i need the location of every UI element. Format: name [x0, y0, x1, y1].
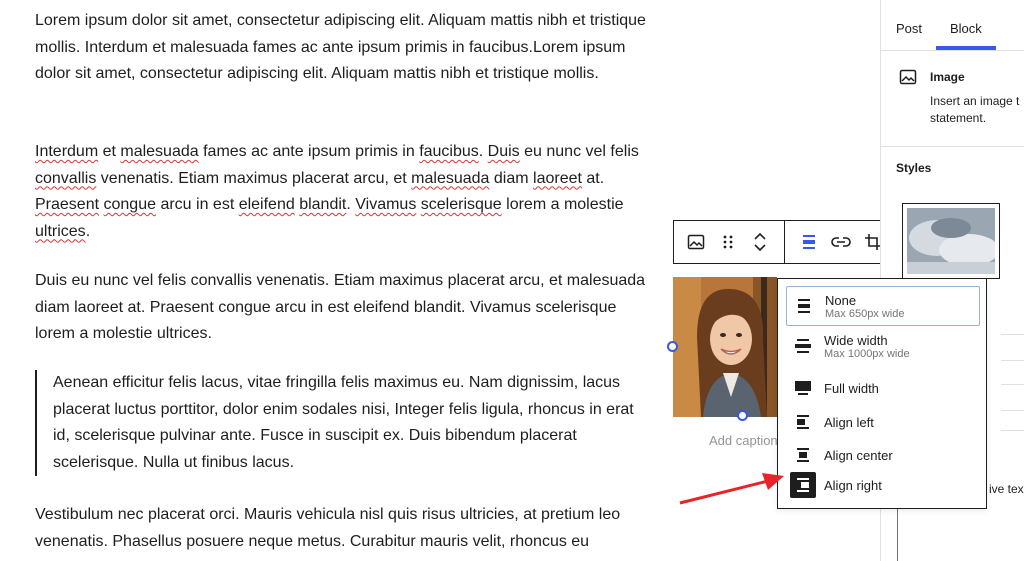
annotation-arrow — [679, 473, 784, 505]
option-label: Align center — [824, 447, 893, 463]
align-center-option[interactable]: Align center — [786, 442, 980, 468]
styles-heading: Styles — [896, 161, 932, 175]
block-title: Image — [930, 70, 965, 84]
word: laoreet — [533, 169, 582, 187]
alt-text-label: ive tex — [989, 482, 1024, 496]
block-description: Insert an image t — [930, 94, 1020, 108]
image-block-icon[interactable] — [680, 224, 712, 260]
image-block-type-icon — [899, 68, 917, 91]
resize-handle-left[interactable] — [667, 341, 678, 352]
align-wide-option[interactable]: Wide width Max 1000px wide — [786, 333, 980, 367]
align-none-icon — [791, 293, 817, 319]
word: Vivamus — [355, 196, 417, 213]
sidebar-line — [1001, 334, 1024, 335]
style-default-option[interactable] — [902, 203, 1000, 279]
word: Interdum — [35, 143, 99, 160]
sidebar-line — [1001, 430, 1024, 431]
text: . — [346, 196, 356, 213]
align-left-icon — [790, 409, 816, 435]
text: at. — [581, 169, 605, 187]
active-tab-indicator — [936, 46, 996, 50]
align-full-icon — [790, 375, 816, 401]
text: diam — [489, 169, 534, 187]
align-wide-icon — [790, 333, 816, 359]
paragraph-4[interactable]: Vestibulum nec placerat orci. Mauris veh… — [35, 502, 650, 555]
option-label: None — [825, 293, 857, 308]
sidebar-line — [1001, 410, 1024, 411]
block-toolbar — [673, 220, 880, 264]
paragraph-3[interactable]: Duis eu nunc vel felis convallis venenat… — [35, 268, 650, 348]
sidebar-line — [1001, 384, 1024, 385]
align-left-option[interactable]: Align left — [786, 409, 980, 435]
word: scelerisque — [420, 196, 502, 213]
word: Praesent — [35, 196, 100, 213]
link-icon[interactable] — [825, 224, 857, 260]
blockquote[interactable]: Aenean efficitur felis lacus, vitae frin… — [35, 370, 653, 476]
option-label: Full width — [824, 380, 879, 396]
move-up-down-icon[interactable] — [744, 224, 776, 260]
portrait-image — [673, 277, 777, 417]
tab-block[interactable]: Block — [950, 21, 982, 36]
word: blandit — [299, 196, 347, 213]
word: ultrices — [35, 222, 86, 240]
option-sublabel: Max 1000px wide — [824, 348, 910, 360]
caption-placeholder[interactable]: Add caption — [709, 433, 778, 448]
word: convallis — [35, 169, 97, 187]
word: Duis — [487, 143, 520, 160]
text: et — [98, 143, 121, 160]
align-right-icon — [790, 472, 816, 498]
paragraph-1[interactable]: Lorem ipsum dolor sit amet, consectetur … — [35, 8, 650, 88]
word: eleifend — [238, 196, 295, 213]
resize-handle-bottom[interactable] — [737, 410, 748, 421]
option-label: Align right — [824, 477, 882, 493]
drag-handle-icon[interactable] — [712, 224, 744, 260]
word: malesuada — [411, 169, 490, 187]
style-preview-image — [907, 208, 999, 274]
block-description-cont: statement. — [930, 111, 987, 125]
text: fames ac ante ipsum primis in — [198, 143, 420, 160]
align-toolbar-button[interactable] — [793, 224, 825, 260]
text: lorem a molestie — [501, 196, 624, 213]
text: . — [478, 143, 488, 160]
align-center-icon — [790, 442, 816, 468]
option-label: Align left — [824, 414, 874, 430]
alignment-dropdown: None Max 650px wide Wide width Max 1000p… — [777, 278, 987, 509]
word: faucibus — [419, 143, 479, 160]
text: venenatis. Etiam maximus placerat arcu, … — [96, 169, 412, 187]
align-full-option[interactable]: Full width — [786, 375, 980, 401]
text: . — [85, 222, 91, 240]
word: malesuada — [120, 143, 199, 160]
text: arcu in est — [156, 196, 239, 213]
align-right-option[interactable]: Align right — [786, 471, 980, 499]
image-block[interactable] — [673, 277, 777, 417]
sidebar-line — [1001, 360, 1024, 361]
crop-icon[interactable] — [857, 224, 880, 260]
option-label: Wide width — [824, 333, 888, 348]
align-none-option[interactable]: None Max 650px wide — [786, 286, 980, 326]
tab-post[interactable]: Post — [896, 21, 922, 36]
word: congue — [103, 196, 157, 213]
paragraph-2[interactable]: Interdum et malesuada fames ac ante ipsu… — [35, 139, 650, 245]
text: eu nunc vel felis — [519, 143, 639, 160]
option-sublabel: Max 650px wide — [825, 308, 905, 320]
sidebar-tabs: Post Block — [881, 0, 1024, 51]
sidebar-divider — [881, 146, 1024, 147]
